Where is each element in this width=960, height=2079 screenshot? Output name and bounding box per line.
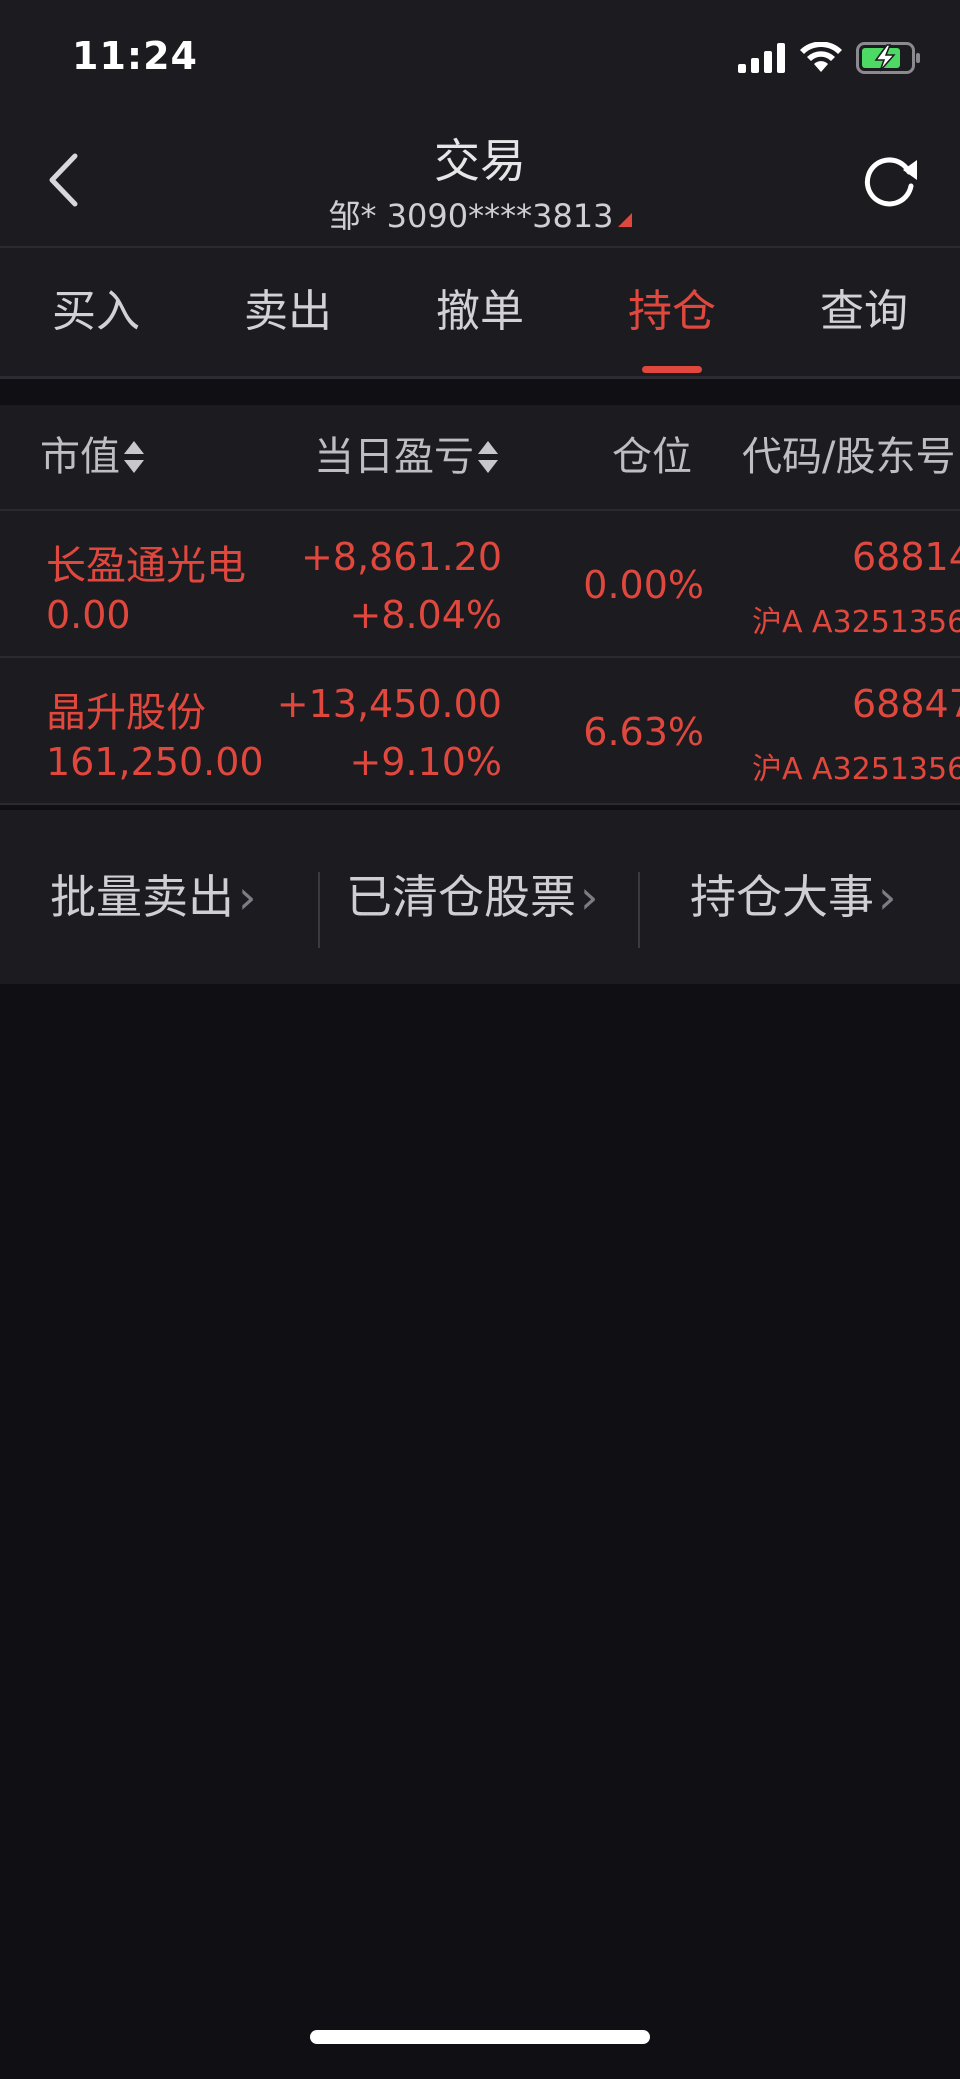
active-tab-indicator (642, 366, 702, 373)
chevron-right-icon: › (238, 870, 257, 924)
account-selector[interactable]: 邹* 3090****3813 (0, 191, 960, 237)
tab-positions[interactable]: 持仓 (576, 248, 768, 376)
wifi-icon (800, 42, 842, 72)
status-time: 11:24 (72, 34, 198, 78)
sort-icon (124, 441, 144, 473)
status-bar: 11:24 (0, 0, 960, 115)
header-market-value[interactable]: 市值 (40, 405, 146, 509)
market-value: 161,250.00 (46, 740, 264, 784)
home-indicator[interactable] (310, 2030, 650, 2044)
tab-cancel-order[interactable]: 撤单 (384, 248, 576, 376)
header-daily-pnl[interactable]: 当日盈亏 (314, 405, 500, 509)
daily-pnl-percent: +9.10% (349, 740, 502, 784)
stock-name: 长盈通光电 (46, 543, 246, 589)
table-row[interactable]: 长盈通光电 0.00 +8,861.20 +8.04% 0.00% 68814 … (0, 511, 960, 658)
chevron-right-icon: › (878, 870, 897, 924)
battery-charging-icon (856, 42, 920, 74)
page-title: 交易 (434, 134, 526, 188)
table-header: 市值 当日盈亏 仓位 代码/股东号 (0, 405, 960, 511)
stock-name: 晶升股份 (46, 690, 206, 736)
shareholder-account: 沪A A32513566 (752, 605, 960, 640)
batch-sell-label: 批量卖出 (50, 870, 234, 924)
daily-pnl: +13,450.00 (276, 682, 502, 726)
tab-query[interactable]: 查询 (768, 248, 960, 376)
header-position: 仓位 (612, 434, 692, 480)
batch-sell-link[interactable]: 批量卖出› (50, 810, 256, 984)
refresh-icon (864, 157, 917, 207)
section-gap (0, 379, 960, 405)
header-market-value-label: 市值 (40, 434, 120, 480)
stock-code: 68847 (852, 682, 960, 726)
divider (638, 872, 640, 948)
stock-code: 68814 (852, 535, 960, 579)
sort-icon (478, 441, 498, 473)
trade-tabs: 买入 卖出 撤单 持仓 查询 (0, 248, 960, 379)
tab-sell[interactable]: 卖出 (192, 248, 384, 376)
cleared-stocks-label: 已清仓股票 (346, 870, 576, 924)
account-number: 邹* 3090****3813 (328, 197, 614, 235)
holding-events-label: 持仓大事 (690, 870, 874, 924)
daily-pnl-percent: +8.04% (349, 593, 502, 637)
nav-header: 交易 邹* 3090****3813 (0, 115, 960, 248)
refresh-button[interactable] (854, 145, 924, 215)
position-ratio: 0.00% (583, 563, 704, 607)
header-daily-pnl-label: 当日盈亏 (314, 434, 474, 480)
holding-events-link[interactable]: 持仓大事› (690, 810, 896, 984)
divider (318, 872, 320, 948)
market-value: 0.00 (46, 593, 131, 637)
positions-table: 市值 当日盈亏 仓位 代码/股东号 长盈通光电 0.00 +8,861.20 +… (0, 405, 960, 805)
tab-buy[interactable]: 买入 (0, 248, 192, 376)
trading-screen: 11:24 交易 邹* 3090****3813 买入 卖出 撤单 持仓 查询 … (0, 0, 960, 2079)
cleared-stocks-link[interactable]: 已清仓股票› (346, 810, 598, 984)
signal-icon (738, 43, 785, 73)
header-code: 代码/股东号 (742, 434, 956, 480)
shareholder-account: 沪A A32513566 (752, 752, 960, 787)
chevron-right-icon: › (580, 870, 599, 924)
position-ratio: 6.63% (583, 710, 704, 754)
status-icons (738, 40, 922, 76)
daily-pnl: +8,861.20 (300, 535, 502, 579)
action-bar: 批量卖出› 已清仓股票› 持仓大事› (0, 810, 960, 984)
table-row[interactable]: 晶升股份 161,250.00 +13,450.00 +9.10% 6.63% … (0, 658, 960, 805)
dropdown-triangle-icon (617, 213, 632, 227)
